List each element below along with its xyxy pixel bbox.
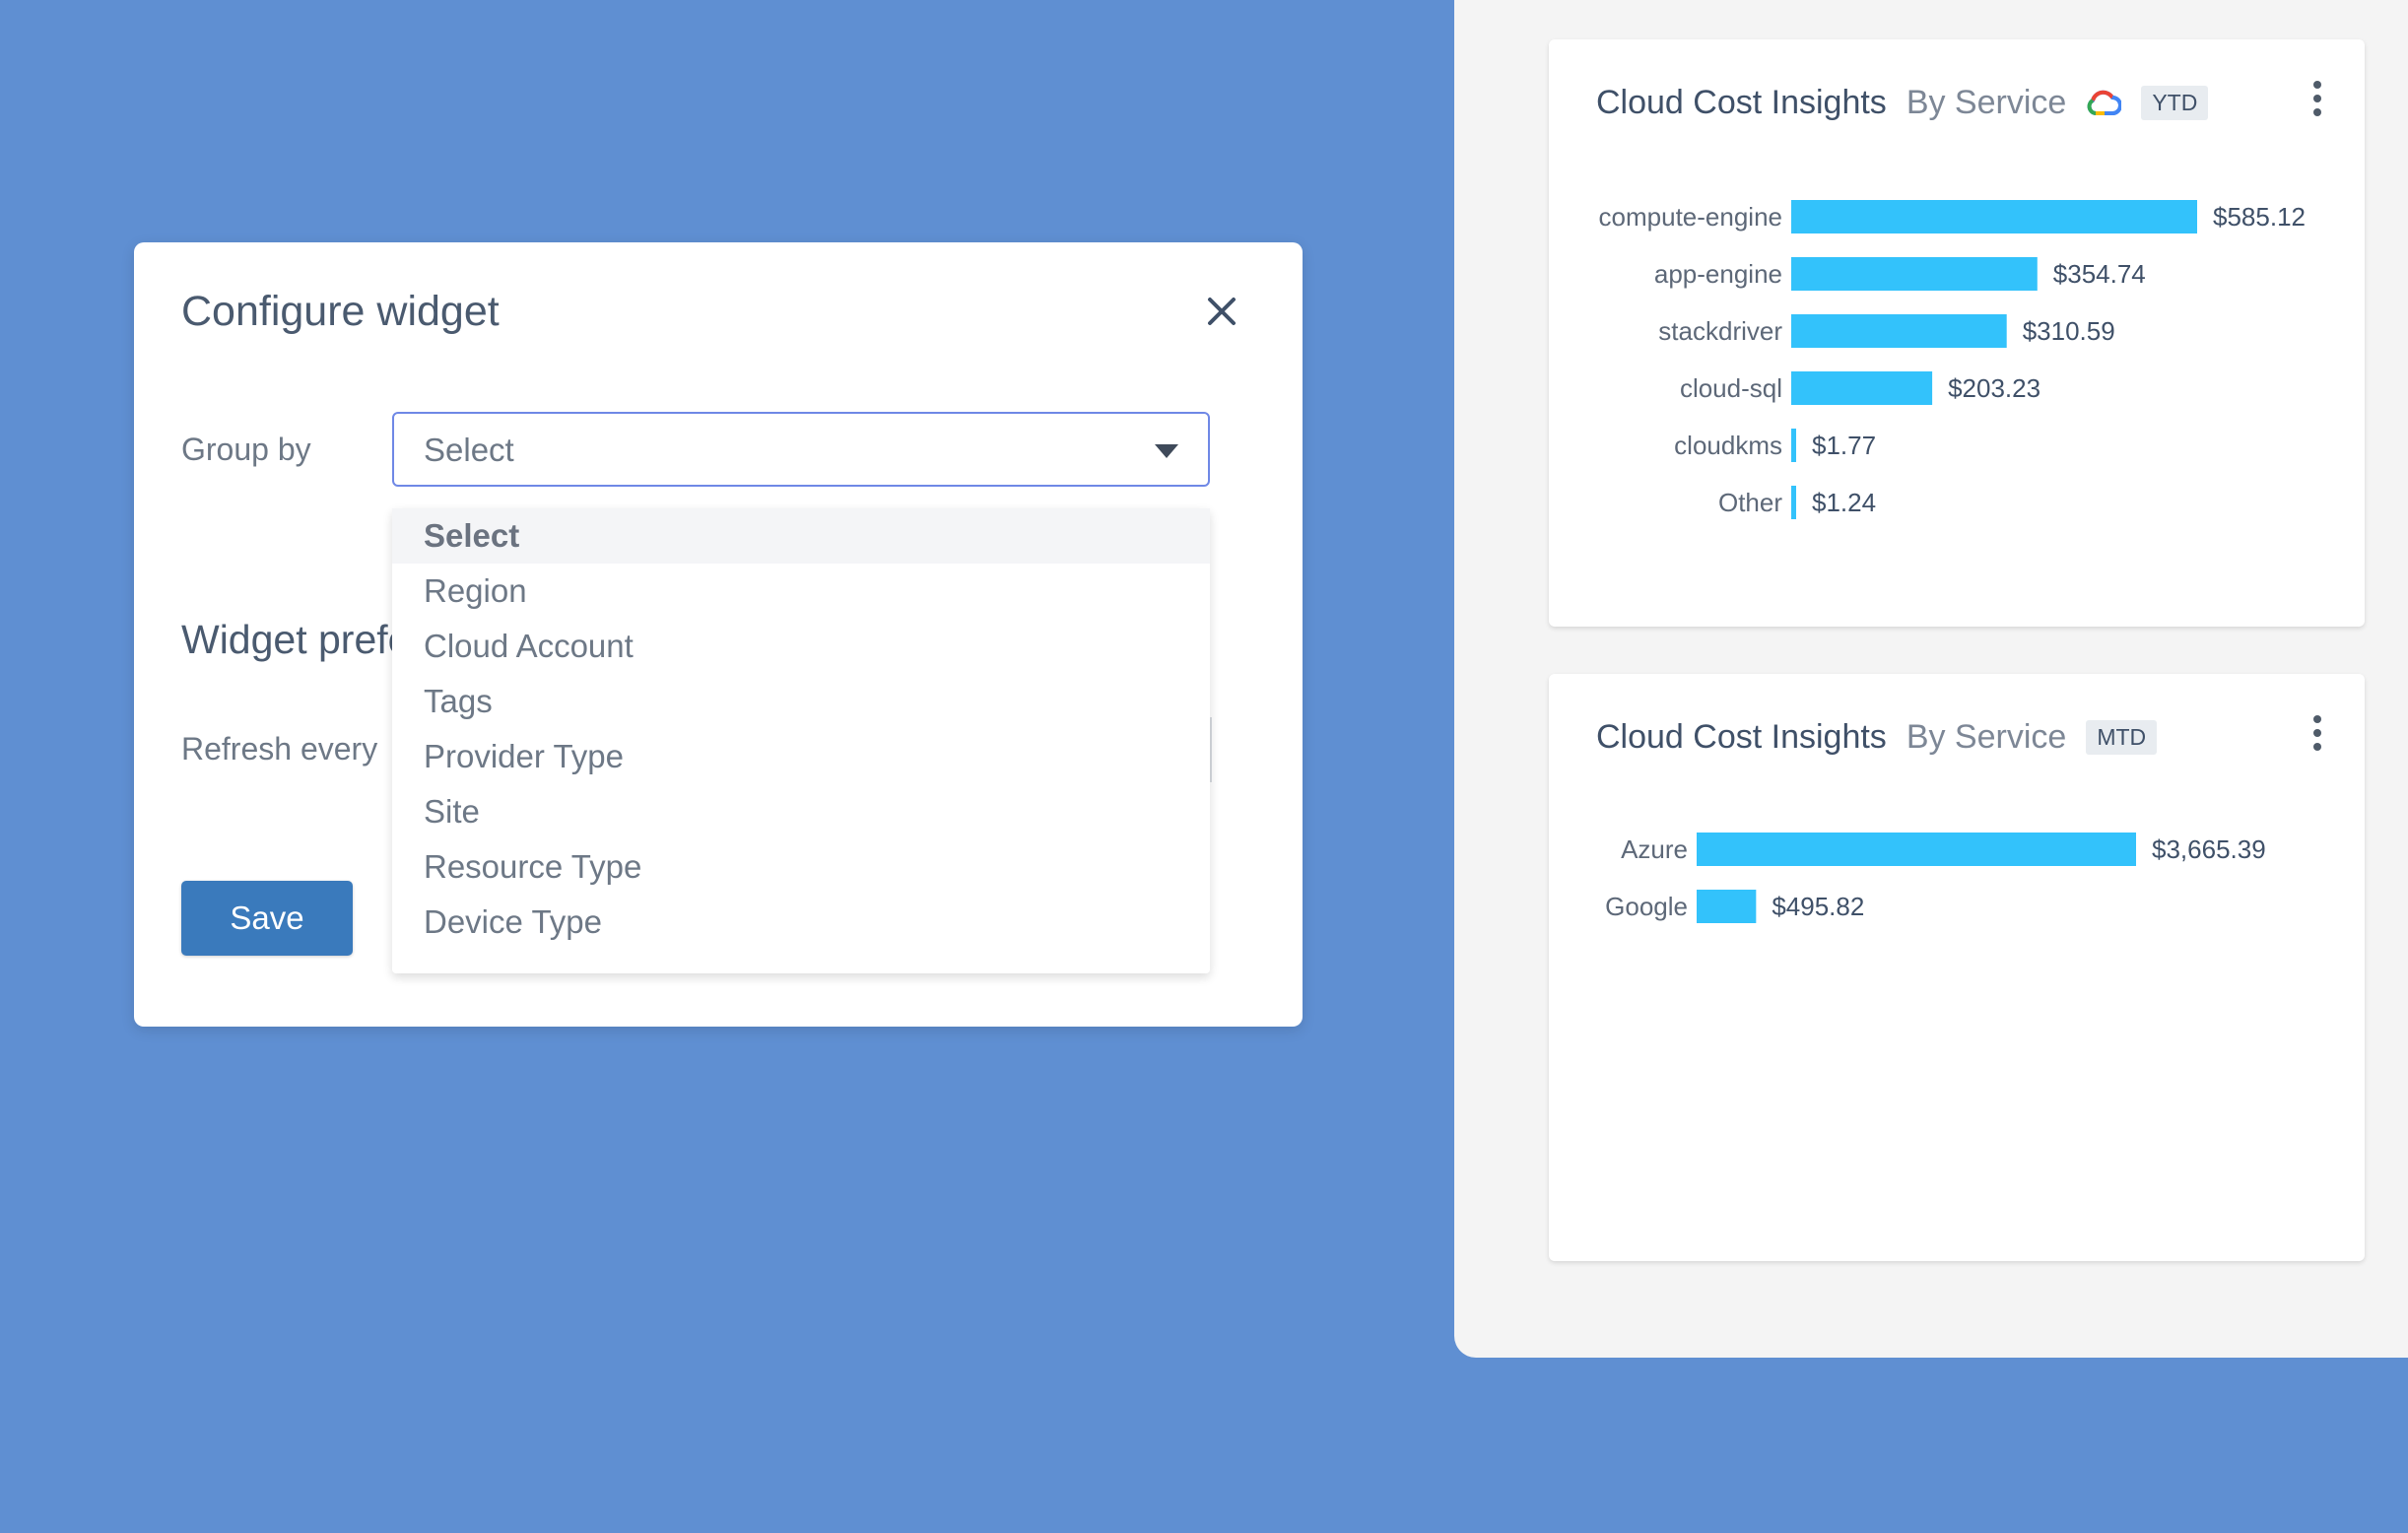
dropdown-option[interactable]: Device Type [392,895,1210,950]
category-label: Google [1605,892,1688,921]
category-label: cloudkms [1674,431,1782,460]
dropdown-option[interactable]: Cloud Account [392,619,1210,674]
category-label: app-engine [1654,259,1782,289]
category-label: Azure [1621,834,1688,864]
value-label: $1.77 [1812,431,1876,460]
group-by-select[interactable]: Select [392,412,1210,487]
category-label: Other [1718,488,1782,517]
dropdown-option[interactable]: Region [392,564,1210,619]
value-label: $310.59 [2023,316,2115,346]
category-label: stackdriver [1658,316,1782,346]
value-label: $495.82 [1772,892,1864,921]
value-label: $3,665.39 [2152,834,2266,864]
dropdown-option[interactable]: Site [392,784,1210,839]
modal-title: Configure widget [181,288,500,335]
widget-card-ytd: Cloud Cost Insights By Service YTD compu… [1549,39,2365,627]
value-label: $354.74 [2053,259,2146,289]
widget-card-mtd: Cloud Cost Insights By Service MTD Azure… [1549,674,2365,1261]
bar[interactable] [1791,429,1796,462]
bar-chart: Azure $3,665.39 Google $495.82 [1605,833,2266,923]
save-button[interactable]: Save [181,881,353,956]
bar[interactable] [1697,890,1757,923]
bar[interactable] [1791,257,2038,291]
select-value: Select [424,432,514,468]
value-label: $585.12 [2213,202,2306,232]
dashboard-panel: Cloud Cost Insights By Service YTD compu… [1454,0,2408,1358]
dropdown-option[interactable]: Provider Type [392,729,1210,784]
dropdown-option[interactable]: Tags [392,674,1210,729]
configure-widget-modal: Configure widget Group by Select Widget … [134,242,1303,1027]
value-label: $1.24 [1812,488,1876,517]
dropdown-option[interactable]: Resource Type [392,839,1210,895]
close-icon[interactable] [1202,292,1241,331]
bar[interactable] [1791,314,2007,348]
bar[interactable] [1791,486,1796,519]
group-by-label: Group by [181,432,311,467]
category-label: cloud-sql [1680,373,1782,403]
group-by-dropdown: Select Region Cloud Account Tags Provide… [392,508,1210,973]
dropdown-option[interactable]: Select [392,508,1210,564]
bar[interactable] [1697,833,2136,866]
refresh-label: Refresh every [181,731,378,766]
bar-chart: compute-engine $585.12 app-engine $354.74 st… [1599,200,2306,519]
chevron-down-icon [1155,444,1178,458]
value-label: $203.23 [1948,373,2040,403]
bar[interactable] [1791,200,2197,233]
bar[interactable] [1791,371,1933,405]
category-label: compute-engine [1599,202,1782,232]
